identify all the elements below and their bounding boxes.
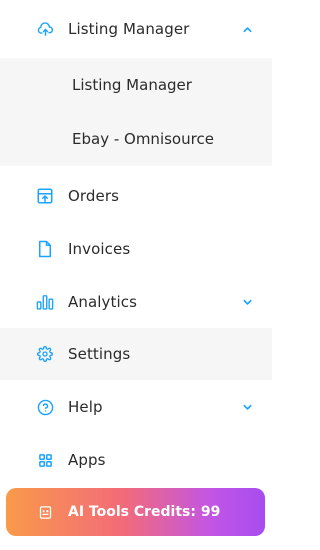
sidebar-item-apps[interactable]: Apps bbox=[0, 434, 272, 486]
sidebar-item-invoices[interactable]: Invoices bbox=[0, 223, 272, 275]
submenu-item-label: Listing Manager bbox=[72, 76, 192, 94]
sidebar: Listing Manager Listing Manager Ebay - O… bbox=[0, 0, 272, 550]
sidebar-item-settings[interactable]: Settings bbox=[0, 328, 272, 380]
submenu-item-label: Ebay - Omnisource bbox=[72, 130, 214, 148]
bar-chart-icon bbox=[36, 293, 54, 311]
document-icon bbox=[36, 240, 54, 258]
sidebar-item-label: Apps bbox=[68, 451, 106, 469]
sidebar-item-label: Settings bbox=[68, 345, 131, 363]
chevron-down-icon[interactable] bbox=[241, 401, 253, 413]
chevron-down-icon[interactable] bbox=[241, 296, 253, 308]
listing-manager-submenu: Listing Manager Ebay - Omnisource bbox=[0, 58, 272, 166]
sidebar-item-orders[interactable]: Orders bbox=[0, 170, 272, 222]
gear-icon bbox=[36, 345, 54, 363]
sidebar-item-help[interactable]: Help bbox=[0, 381, 272, 433]
credits-label: AI Tools Credits: 99 bbox=[68, 504, 221, 520]
sidebar-item-analytics[interactable]: Analytics bbox=[0, 276, 272, 328]
sidebar-item-label: Analytics bbox=[68, 293, 138, 311]
sidebar-item-label: Help bbox=[68, 398, 103, 416]
submenu-item-listing-manager[interactable]: Listing Manager bbox=[0, 58, 272, 112]
grid-icon bbox=[36, 451, 54, 469]
sidebar-item-listing-manager[interactable]: Listing Manager bbox=[0, 3, 272, 55]
ai-tools-credits-button[interactable]: AI Tools Credits: 99 bbox=[6, 488, 265, 536]
cloud-upload-icon bbox=[36, 20, 54, 38]
robot-icon bbox=[37, 504, 53, 520]
sidebar-item-label: Invoices bbox=[68, 240, 131, 258]
question-circle-icon bbox=[36, 398, 54, 416]
chevron-up-icon[interactable] bbox=[241, 23, 253, 35]
box-arrow-up-icon bbox=[36, 187, 54, 205]
sidebar-item-label: Listing Manager bbox=[68, 20, 190, 38]
submenu-item-ebay-omnisource[interactable]: Ebay - Omnisource bbox=[0, 112, 272, 166]
sidebar-item-label: Orders bbox=[68, 187, 120, 205]
